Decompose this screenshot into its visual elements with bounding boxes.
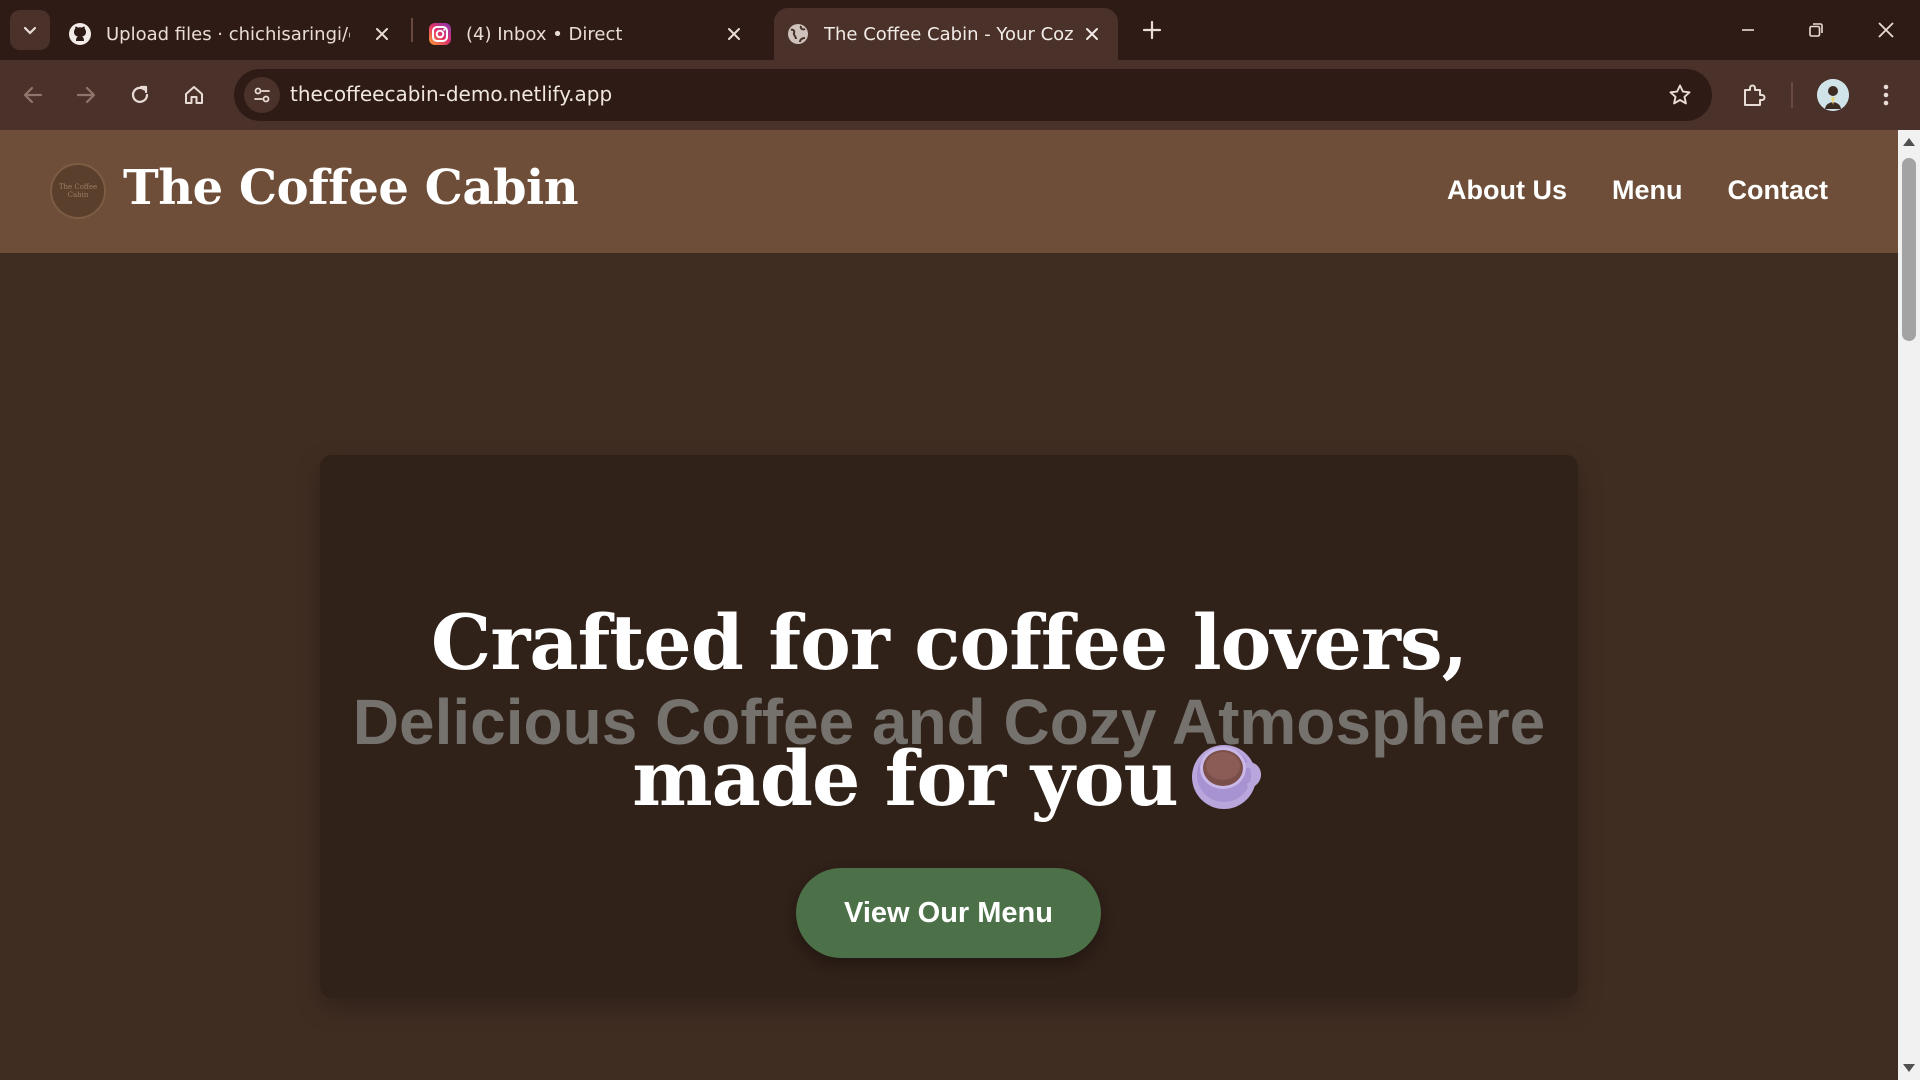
- plus-icon: [1142, 20, 1162, 40]
- new-tab-button[interactable]: [1136, 14, 1168, 46]
- puzzle-icon: [1744, 84, 1766, 106]
- coffee-cup-icon: [1191, 745, 1261, 809]
- tune-icon: [254, 87, 270, 103]
- tab-search-button[interactable]: [10, 10, 50, 50]
- minimize-button[interactable]: [1724, 10, 1772, 50]
- tab-title: The Coffee Cabin - Your Cozy R: [824, 23, 1074, 45]
- tab-title: (4) Inbox • Direct: [466, 23, 623, 45]
- url-text[interactable]: thecoffeecabin-demo.netlify.app: [290, 82, 612, 106]
- extensions-button[interactable]: [1734, 75, 1774, 115]
- site-logo[interactable]: The Coffee Cabin: [50, 163, 106, 219]
- restore-button[interactable]: [1792, 10, 1840, 50]
- hero-card: Delicious Coffee and Cozy Atmosphere Cra…: [320, 455, 1578, 998]
- logo-text: The Coffee Cabin: [58, 183, 98, 199]
- home-button[interactable]: [174, 75, 214, 115]
- hero-title-text: Crafted for coffee lovers, made for you: [430, 598, 1468, 823]
- instagram-icon: [428, 22, 452, 46]
- minimize-icon: [1742, 29, 1754, 31]
- page-scrollbar[interactable]: [1898, 130, 1920, 1080]
- page-viewport: The Coffee Cabin The Coffee Cabin About …: [0, 130, 1898, 1080]
- restore-icon: [1809, 23, 1823, 37]
- tab-github[interactable]: Upload files · chichisaringi/cafe: [68, 8, 408, 60]
- close-icon: [1878, 22, 1894, 38]
- site-nav: About Us Menu Contact: [1447, 175, 1828, 206]
- globe-icon: [786, 22, 810, 46]
- back-button[interactable]: [13, 75, 53, 115]
- tab-separator: [411, 18, 413, 42]
- tab-strip: Upload files · chichisaringi/cafe (4) In…: [0, 0, 1920, 60]
- more-vert-icon: [1883, 84, 1889, 106]
- close-window-button[interactable]: [1862, 10, 1910, 50]
- browser-menu-button[interactable]: [1866, 75, 1906, 115]
- chevron-down-icon: [23, 26, 37, 35]
- address-bar[interactable]: thecoffeecabin-demo.netlify.app: [234, 69, 1712, 121]
- github-icon: [68, 22, 92, 46]
- bookmark-button[interactable]: [1666, 81, 1694, 109]
- view-menu-button[interactable]: View Our Menu: [796, 868, 1101, 958]
- reload-icon: [131, 85, 149, 103]
- tab-instagram[interactable]: (4) Inbox • Direct: [428, 8, 760, 60]
- toolbar-divider: [1791, 82, 1793, 108]
- home-icon: [185, 86, 203, 104]
- tab-title: Upload files · chichisaringi/cafe: [106, 23, 350, 45]
- arrow-left-icon: [23, 86, 43, 104]
- nav-link-menu[interactable]: Menu: [1612, 175, 1683, 206]
- star-icon: [1669, 84, 1691, 105]
- scroll-up-arrow-icon[interactable]: [1903, 138, 1915, 146]
- close-tab-icon[interactable]: [722, 22, 746, 46]
- scrollbar-thumb[interactable]: [1902, 158, 1916, 341]
- forward-button[interactable]: [66, 75, 106, 115]
- avatar-icon: [1817, 79, 1849, 111]
- close-tab-icon[interactable]: [370, 22, 394, 46]
- arrow-right-icon: [76, 86, 96, 104]
- site-info-button[interactable]: [244, 77, 280, 113]
- profile-avatar[interactable]: [1817, 79, 1849, 111]
- close-tab-icon[interactable]: [1080, 22, 1104, 46]
- tab-coffee-cabin[interactable]: The Coffee Cabin - Your Cozy R: [774, 8, 1118, 60]
- hero-title: Crafted for coffee lovers, made for you: [320, 575, 1578, 847]
- site-title[interactable]: The Coffee Cabin: [123, 160, 579, 216]
- scroll-down-arrow-icon[interactable]: [1903, 1064, 1915, 1072]
- browser-toolbar: thecoffeecabin-demo.netlify.app: [0, 60, 1920, 130]
- site-header: The Coffee Cabin The Coffee Cabin About …: [0, 130, 1898, 253]
- nav-link-about-us[interactable]: About Us: [1447, 175, 1567, 206]
- reload-button[interactable]: [120, 75, 160, 115]
- nav-link-contact[interactable]: Contact: [1728, 175, 1829, 206]
